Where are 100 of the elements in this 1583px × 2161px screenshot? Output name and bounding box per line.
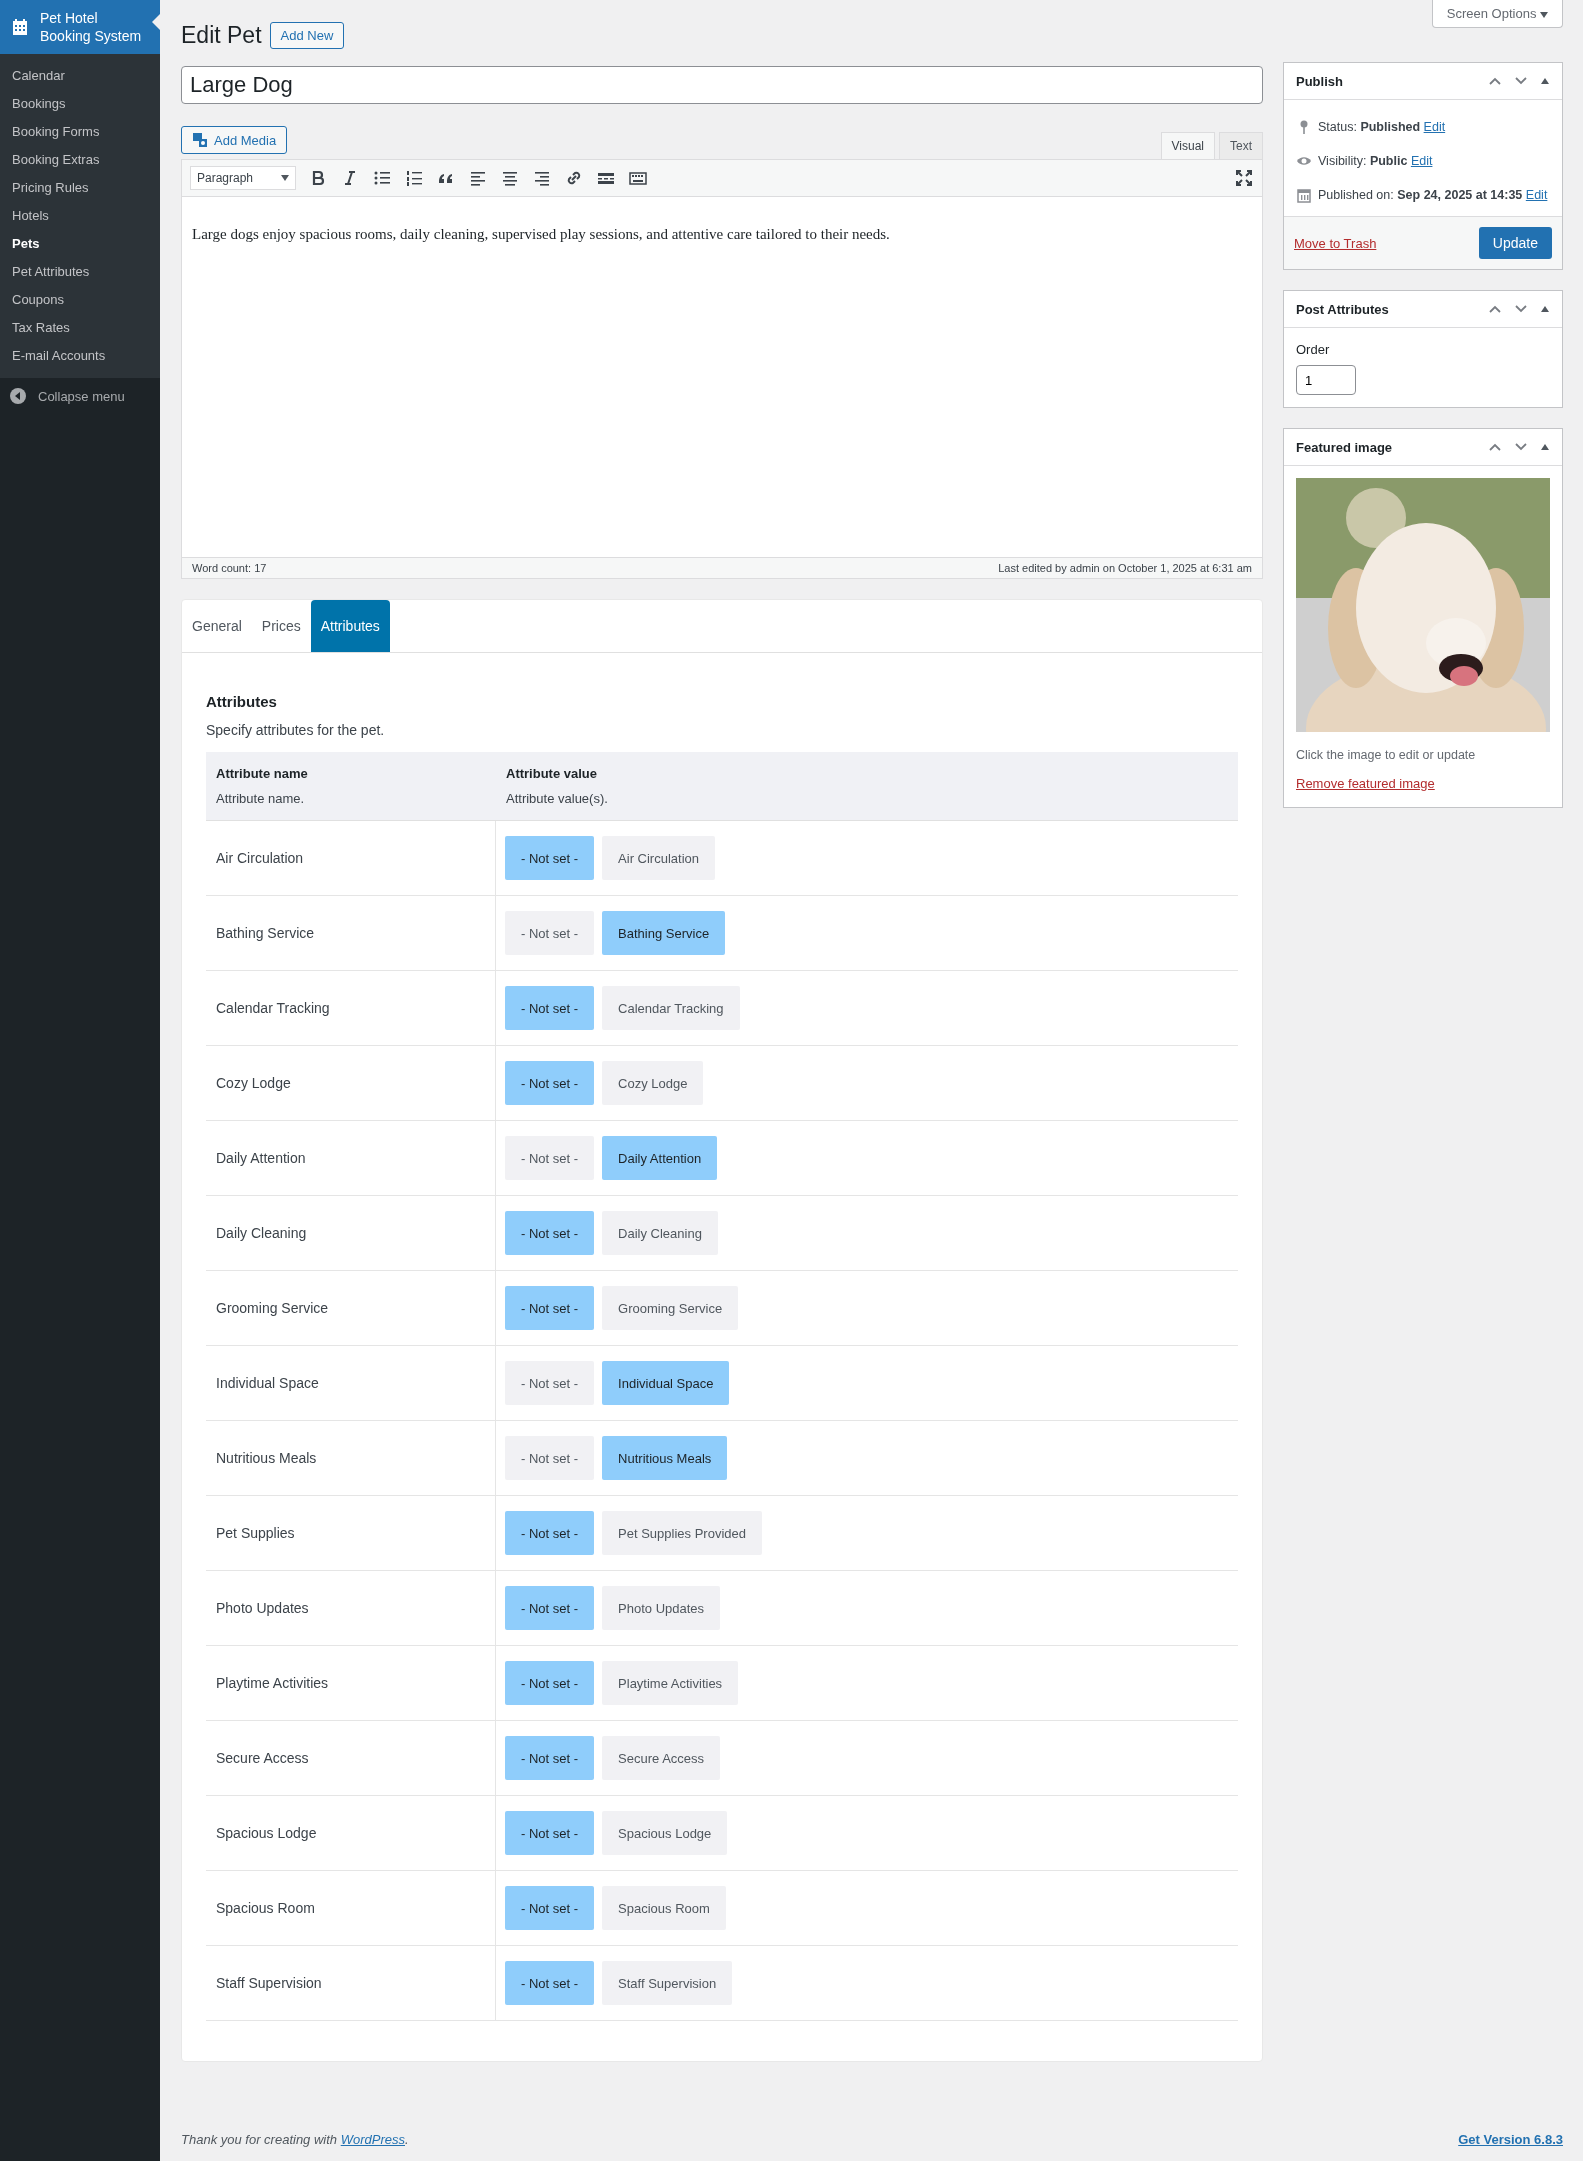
sidebar-item[interactable]: Calendar xyxy=(0,62,160,90)
order-field[interactable]: 1 xyxy=(1296,365,1356,395)
attribute-name: Photo Updates xyxy=(216,1600,309,1616)
attribute-option[interactable]: Daily Cleaning xyxy=(602,1211,718,1255)
panel-tab[interactable]: General xyxy=(182,600,252,652)
attribute-option[interactable]: - Not set - xyxy=(505,1736,595,1780)
dropdown-arrow-icon xyxy=(281,175,289,181)
dropdown-arrow-icon xyxy=(1540,12,1548,18)
attribute-name: Calendar Tracking xyxy=(216,1000,330,1016)
column-hint: Attribute value(s). xyxy=(506,791,609,806)
attribute-option[interactable]: Pet Supplies Provided xyxy=(602,1511,762,1555)
attribute-option[interactable]: Air Circulation xyxy=(602,836,715,880)
sidebar-item[interactable]: Pet Attributes xyxy=(0,258,160,286)
attribute-option[interactable]: - Not set - xyxy=(505,836,595,880)
calendar-icon xyxy=(1296,187,1312,203)
sidebar-item[interactable]: Pricing Rules xyxy=(0,174,160,202)
attribute-option[interactable]: - Not set - xyxy=(505,1511,595,1555)
column-header: Attribute name xyxy=(216,766,309,781)
attribute-option[interactable]: - Not set - xyxy=(505,1361,595,1405)
attribute-name: Individual Space xyxy=(216,1375,319,1391)
sidebar-item[interactable]: Tax Rates xyxy=(0,314,160,342)
fullscreen-icon[interactable] xyxy=(1234,168,1254,188)
attribute-name: Secure Access xyxy=(216,1750,309,1766)
edit-link[interactable]: Edit xyxy=(1423,120,1446,134)
attribute-option[interactable]: Cozy Lodge xyxy=(602,1061,704,1105)
attribute-option[interactable]: Calendar Tracking xyxy=(602,986,740,1030)
sidebar-item[interactable]: Booking Forms xyxy=(0,118,160,146)
attribute-name: Cozy Lodge xyxy=(216,1075,291,1091)
attribute-option[interactable]: - Not set - xyxy=(505,986,595,1030)
collapse-icon xyxy=(10,388,26,404)
word-count: Word count: 17 xyxy=(192,562,267,574)
edit-link[interactable]: Edit xyxy=(1525,188,1548,202)
box-title: Publish xyxy=(1296,73,1343,89)
attribute-option[interactable]: Individual Space xyxy=(602,1361,730,1405)
attribute-option[interactable]: Photo Updates xyxy=(602,1586,721,1630)
add-media-button[interactable]: Add Media xyxy=(181,126,288,154)
triangle-up-icon[interactable] xyxy=(1540,304,1550,314)
publish-info: Published on: Sep 24, 2025 at 14:35 Edit xyxy=(1318,188,1548,202)
attribute-option[interactable]: - Not set - xyxy=(505,1136,595,1180)
attribute-option[interactable]: - Not set - xyxy=(505,1436,595,1480)
attribute-name: Air Circulation xyxy=(216,850,304,866)
attribute-name: Spacious Room xyxy=(216,1900,315,1916)
attribute-name: Daily Attention xyxy=(216,1150,306,1166)
wordpress-link[interactable]: WordPress xyxy=(340,2132,405,2147)
title-field[interactable]: Large Dog xyxy=(181,66,1263,104)
panel-tab[interactable]: Attributes xyxy=(310,600,390,652)
triangle-up-icon[interactable] xyxy=(1540,76,1550,86)
triangle-up-icon[interactable] xyxy=(1540,442,1550,452)
attribute-option[interactable]: - Not set - xyxy=(505,1886,595,1930)
attribute-option[interactable]: Nutritious Meals xyxy=(602,1436,728,1480)
attribute-option[interactable]: Spacious Lodge xyxy=(602,1811,728,1855)
attribute-option[interactable]: Bathing Service xyxy=(602,911,726,955)
screen-options-button[interactable]: Screen Options xyxy=(1431,0,1563,28)
move-to-trash-link[interactable]: Move to Trash xyxy=(1294,235,1377,251)
section-description: Specify attributes for the pet. xyxy=(206,722,386,738)
update-button[interactable]: Update xyxy=(1478,227,1552,259)
attribute-option[interactable]: Spacious Room xyxy=(602,1886,726,1930)
attribute-option[interactable]: - Not set - xyxy=(505,1061,595,1105)
sidebar-item[interactable]: Coupons xyxy=(0,286,160,314)
publish-info: Visibility: Public Edit xyxy=(1318,154,1433,168)
menu-header[interactable]: Pet Hotel Booking System xyxy=(0,0,160,54)
editor-tab[interactable]: Visual xyxy=(1160,132,1215,159)
attribute-name: Spacious Lodge xyxy=(216,1825,317,1841)
attribute-option[interactable]: Secure Access xyxy=(602,1736,721,1780)
panel-tab[interactable]: Prices xyxy=(251,600,311,652)
remove-image-link[interactable]: Remove featured image xyxy=(1296,776,1435,791)
attribute-option[interactable]: Playtime Activities xyxy=(602,1661,739,1705)
attribute-option[interactable]: - Not set - xyxy=(505,1586,595,1630)
sidebar-item[interactable]: Booking Extras xyxy=(0,146,160,174)
editor-tab[interactable]: Text xyxy=(1219,132,1263,159)
attribute-option[interactable]: Grooming Service xyxy=(602,1286,739,1330)
sidebar-item[interactable]: Pets xyxy=(0,230,160,258)
collapse-menu-button[interactable]: Collapse menu xyxy=(0,378,160,414)
box-title: Featured image xyxy=(1296,439,1393,455)
add-new-button[interactable]: Add New xyxy=(269,21,345,49)
attribute-option[interactable]: - Not set - xyxy=(505,1961,595,2005)
box-title: Post Attributes xyxy=(1296,301,1389,317)
attribute-option[interactable]: - Not set - xyxy=(505,1661,595,1705)
numbered-list-icon[interactable] xyxy=(404,168,424,188)
format-dropdown[interactable]: Paragraph xyxy=(190,166,296,190)
attribute-option[interactable]: Staff Supervision xyxy=(602,1961,733,2005)
attribute-option[interactable]: - Not set - xyxy=(505,1286,595,1330)
edit-link[interactable]: Edit xyxy=(1410,154,1433,168)
attribute-option[interactable]: - Not set - xyxy=(505,911,595,955)
sidebar-item[interactable]: Bookings xyxy=(0,90,160,118)
publish-info: Status: Published Edit xyxy=(1318,120,1446,134)
editor-text: Large dogs enjoy spacious rooms, daily cleaning, supervised play sessions, and attentive care tailored to their needs. xyxy=(192,226,891,243)
calendar-icon xyxy=(10,17,30,37)
attribute-option[interactable]: - Not set - xyxy=(505,1211,595,1255)
attribute-option[interactable]: - Not set - xyxy=(505,1811,595,1855)
attribute-name: Playtime Activities xyxy=(216,1675,329,1691)
sidebar-item[interactable]: Hotels xyxy=(0,202,160,230)
media-icon xyxy=(192,132,208,148)
attribute-name: Bathing Service xyxy=(216,925,315,941)
sidebar-item[interactable]: E-mail Accounts xyxy=(0,342,160,370)
version-link[interactable]: Get Version 6.8.3 xyxy=(1458,2132,1563,2147)
order-label: Order xyxy=(1296,342,1331,357)
attribute-option[interactable]: Daily Attention xyxy=(602,1136,718,1180)
attribute-name: Grooming Service xyxy=(216,1300,329,1316)
last-edited-text: Last edited by admin on October 1, 2025 at 6:31 am xyxy=(998,562,1252,574)
